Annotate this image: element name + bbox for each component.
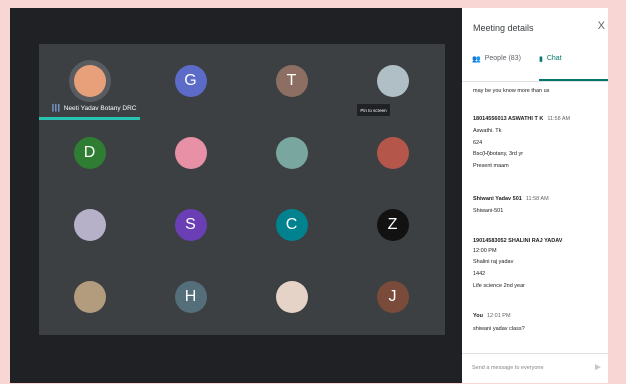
- close-icon[interactable]: X: [598, 20, 605, 32]
- avatar: [73, 281, 106, 313]
- chat-sender: 18014556013 ASWATHI T K 11:58 AM: [473, 116, 570, 122]
- chat-sender: 19014583052 SHALINI RAJ YADAV: [473, 238, 562, 244]
- chat-message-text: Shalini raj yadav: [473, 259, 514, 265]
- avatar: [73, 209, 106, 241]
- chat-message-text: 624: [473, 140, 483, 146]
- avatar: [275, 281, 308, 313]
- avatar: S: [174, 209, 207, 241]
- chat-messages: may be you know more than us 18014556013 …: [473, 82, 603, 352]
- chat-sender: You 12:01 PM: [473, 313, 511, 319]
- chat-message-text: Present maam: [473, 163, 509, 169]
- participant-tile[interactable]: G: [140, 45, 241, 117]
- avatar: H: [174, 281, 207, 313]
- avatar: C: [275, 209, 308, 241]
- avatar: [174, 137, 207, 169]
- tab-chat[interactable]: ▮ Chat: [539, 55, 608, 81]
- meeting-details-panel: Meeting details X 👥 People (83) ▮ Chat m…: [462, 8, 608, 383]
- participant-tile[interactable]: [39, 261, 140, 333]
- tab-chat-label: Chat: [546, 55, 562, 62]
- participant-tile[interactable]: [342, 117, 443, 189]
- chat-icon: ▮: [539, 56, 543, 63]
- avatar: [275, 137, 308, 169]
- avatar: T: [275, 65, 308, 97]
- participant-tile[interactable]: [140, 117, 241, 189]
- chat-message-text: Aswathi. Tk: [473, 128, 502, 134]
- participant-tile[interactable]: T: [241, 45, 342, 117]
- tab-people-label: People (83): [484, 55, 521, 62]
- avatar: [376, 137, 409, 169]
- audio-level-icon: ┃┃┃: [51, 105, 61, 112]
- participant-tile[interactable]: Z: [342, 189, 443, 261]
- avatar: G: [174, 65, 207, 97]
- chat-message-text: shiwani yadav class?: [473, 326, 525, 332]
- participant-tile[interactable]: C: [241, 189, 342, 261]
- sender-name: Shiwani Yadav 501: [473, 196, 522, 202]
- people-icon: 👥: [472, 56, 481, 63]
- sender-name: You: [473, 313, 483, 319]
- chat-message-text: Life science 2nd year: [473, 283, 525, 289]
- chat-message-text: Bsc(H)botany, 3rd yr: [473, 151, 524, 157]
- avatar: [376, 65, 409, 97]
- pin-tooltip: Pin to screen: [357, 104, 390, 116]
- participant-tile[interactable]: [39, 189, 140, 261]
- participant-tile[interactable]: H: [140, 261, 241, 333]
- send-icon[interactable]: ►: [593, 362, 603, 373]
- chat-composer: Send a message to everyone ►: [462, 353, 608, 384]
- avatar: Z: [376, 209, 409, 241]
- participant-tile[interactable]: ┃┃┃ Neeti Yadav Botany DRC: [39, 45, 140, 120]
- message-time: 11:58 AM: [547, 116, 571, 122]
- message-input[interactable]: Send a message to everyone: [472, 365, 582, 371]
- avatar: D: [73, 137, 106, 169]
- tab-people[interactable]: 👥 People (83): [472, 55, 537, 81]
- participant-tile[interactable]: [241, 117, 342, 189]
- chat-message-text: 1442: [473, 271, 486, 277]
- sender-name: 18014556013 ASWATHI T K: [473, 116, 544, 122]
- participant-grid: ┃┃┃ Neeti Yadav Botany DRC G T D S C Z H J: [39, 44, 445, 335]
- avatar: [73, 65, 106, 97]
- message-time: 11:58 AM: [525, 196, 549, 202]
- message-time: 12:01 PM: [486, 313, 511, 319]
- chat-message-text: 12:00 PM: [473, 248, 497, 254]
- chat-message-text: Shiwani-501: [473, 208, 504, 214]
- participant-tile[interactable]: [241, 261, 342, 333]
- avatar: J: [376, 281, 409, 313]
- chat-sender: Shiwani Yadav 501 11:58 AM: [473, 196, 549, 202]
- sender-name: 19014583052 SHALINI RAJ YADAV: [473, 238, 563, 244]
- chat-message-text: may be you know more than us: [473, 88, 550, 94]
- participant-tile[interactable]: S: [140, 189, 241, 261]
- participant-name-label: Neeti Yadav Botany DRC: [63, 105, 137, 112]
- participant-tile[interactable]: D: [39, 117, 140, 189]
- participant-tile[interactable]: J: [342, 261, 443, 333]
- panel-title: Meeting details: [473, 23, 534, 33]
- participant-name: ┃┃┃ Neeti Yadav Botany DRC: [51, 104, 137, 112]
